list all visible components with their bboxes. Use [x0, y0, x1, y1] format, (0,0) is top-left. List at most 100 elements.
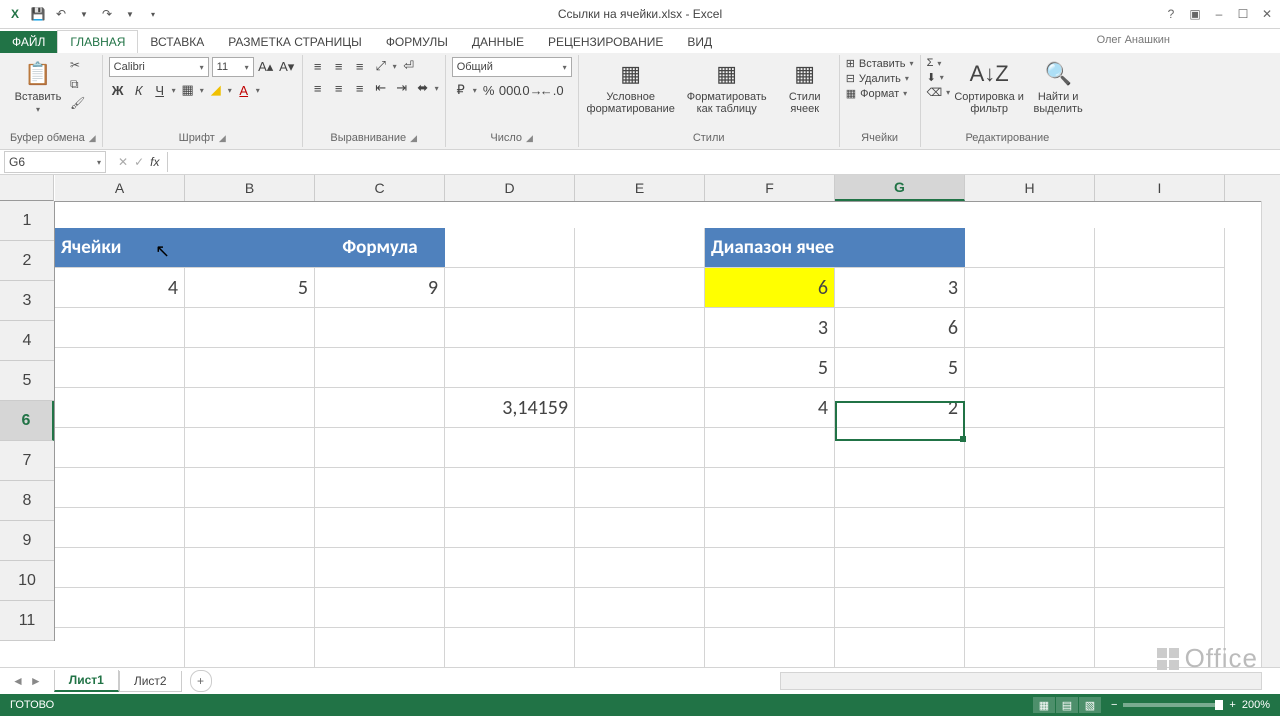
cell-B5[interactable] — [185, 388, 315, 428]
align-right-icon[interactable]: ≡ — [351, 79, 369, 97]
user-name[interactable]: Олег Анашкин — [1097, 28, 1170, 52]
sheet-nav-next-icon[interactable]: ► — [30, 674, 42, 688]
cell-G11[interactable] — [835, 628, 965, 667]
merge-icon[interactable]: ⬌ — [414, 79, 432, 97]
fill-color-icon[interactable]: ◢ — [207, 81, 225, 99]
cell-G10[interactable] — [835, 588, 965, 628]
align-center-icon[interactable]: ≡ — [330, 79, 348, 97]
col-header-F[interactable]: F — [705, 175, 835, 201]
enter-formula-icon[interactable]: ✓ — [134, 155, 144, 169]
cell-F2[interactable]: 6 — [705, 268, 835, 308]
underline-button[interactable]: Ч — [151, 81, 169, 99]
row-header-7[interactable]: 7 — [0, 441, 54, 481]
row-header-11[interactable]: 11 — [0, 601, 54, 641]
zoom-out-icon[interactable]: − — [1111, 699, 1117, 711]
border-icon[interactable]: ▦ — [179, 81, 197, 99]
paste-button[interactable]: 📋 Вставить ▾ — [10, 57, 66, 114]
cell-styles-button[interactable]: ▦Стили ячеек — [777, 57, 833, 115]
grow-font-icon[interactable]: A▴ — [257, 58, 275, 76]
cell-H7[interactable] — [965, 468, 1095, 508]
cell-E4[interactable] — [575, 348, 705, 388]
dialog-launcher-icon[interactable]: ◢ — [89, 133, 96, 144]
cell-E8[interactable] — [575, 508, 705, 548]
cell-C9[interactable] — [315, 548, 445, 588]
align-top-icon[interactable]: ≡ — [309, 57, 327, 75]
sheet-tab-2[interactable]: Лист2 — [119, 671, 182, 692]
cell-D1[interactable] — [445, 228, 575, 268]
bold-button[interactable]: Ж — [109, 81, 127, 99]
autosum-button[interactable]: Σ▾ — [927, 57, 951, 69]
col-header-G[interactable]: G — [835, 175, 965, 201]
cell-B7[interactable] — [185, 468, 315, 508]
zoom-level[interactable]: 200% — [1242, 699, 1270, 711]
dialog-launcher-icon[interactable]: ◢ — [410, 133, 417, 144]
cell-H10[interactable] — [965, 588, 1095, 628]
align-middle-icon[interactable]: ≡ — [330, 57, 348, 75]
cell-F11[interactable] — [705, 628, 835, 667]
row-header-9[interactable]: 9 — [0, 521, 54, 561]
copy-icon[interactable]: ⧉ — [70, 76, 85, 92]
row-header-4[interactable]: 4 — [0, 321, 54, 361]
zoom-in-icon[interactable]: + — [1229, 699, 1235, 711]
select-all-corner[interactable] — [0, 175, 54, 201]
cell-G6[interactable] — [835, 428, 965, 468]
cell-E10[interactable] — [575, 588, 705, 628]
cell-C4[interactable] — [315, 348, 445, 388]
cell-I3[interactable] — [1095, 308, 1225, 348]
font-name-select[interactable]: Calibri▾ — [109, 57, 209, 77]
save-icon[interactable]: 💾 — [29, 5, 47, 23]
cell-F6[interactable] — [705, 428, 835, 468]
cell-D2[interactable] — [445, 268, 575, 308]
new-sheet-button[interactable]: + — [190, 670, 212, 692]
col-header-D[interactable]: D — [445, 175, 575, 201]
view-layout-icon[interactable]: ▤ — [1056, 697, 1078, 713]
tab-file[interactable]: ФАЙЛ — [0, 31, 57, 53]
cell-I11[interactable] — [1095, 628, 1225, 667]
increase-indent-icon[interactable]: ⇥ — [393, 79, 411, 97]
cell-I6[interactable] — [1095, 428, 1225, 468]
cell-C1[interactable]: Формула — [315, 228, 445, 268]
cell-F8[interactable] — [705, 508, 835, 548]
cell-C5[interactable] — [315, 388, 445, 428]
insert-cells-button[interactable]: ⊞Вставить▾ — [846, 57, 914, 70]
col-header-C[interactable]: C — [315, 175, 445, 201]
cell-C8[interactable] — [315, 508, 445, 548]
cell-A4[interactable] — [55, 348, 185, 388]
cell-F7[interactable] — [705, 468, 835, 508]
cell-C11[interactable] — [315, 628, 445, 667]
cell-D6[interactable] — [445, 428, 575, 468]
conditional-format-button[interactable]: ▦Условное форматирование — [585, 57, 677, 115]
cell-F5[interactable]: 4 — [705, 388, 835, 428]
find-select-button[interactable]: 🔍Найти и выделить — [1028, 57, 1088, 115]
cell-I8[interactable] — [1095, 508, 1225, 548]
view-pagebreak-icon[interactable]: ▧ — [1079, 697, 1101, 713]
sort-filter-button[interactable]: A↓ZСортировка и фильтр — [954, 57, 1024, 115]
cell-A11[interactable] — [55, 628, 185, 667]
cell-F4[interactable]: 5 — [705, 348, 835, 388]
cell-A9[interactable] — [55, 548, 185, 588]
cell-I2[interactable] — [1095, 268, 1225, 308]
ribbon-options-icon[interactable]: ▣ — [1186, 7, 1204, 21]
cell-D11[interactable] — [445, 628, 575, 667]
cell-H9[interactable] — [965, 548, 1095, 588]
dialog-launcher-icon[interactable]: ◢ — [526, 133, 533, 144]
cell-D3[interactable] — [445, 308, 575, 348]
decrease-indent-icon[interactable]: ⇤ — [372, 79, 390, 97]
tab-review[interactable]: РЕЦЕНЗИРОВАНИЕ — [536, 31, 675, 53]
cell-B8[interactable] — [185, 508, 315, 548]
italic-button[interactable]: К — [130, 81, 148, 99]
col-header-B[interactable]: B — [185, 175, 315, 201]
cell-A10[interactable] — [55, 588, 185, 628]
col-header-E[interactable]: E — [575, 175, 705, 201]
cell-H6[interactable] — [965, 428, 1095, 468]
row-header-8[interactable]: 8 — [0, 481, 54, 521]
undo-icon[interactable]: ↶ — [52, 5, 70, 23]
cell-H1[interactable] — [965, 228, 1095, 268]
row-header-2[interactable]: 2 — [0, 241, 54, 281]
cell-D5[interactable]: 3,14159 — [445, 388, 575, 428]
row-header-3[interactable]: 3 — [0, 281, 54, 321]
maximize-icon[interactable]: ☐ — [1234, 7, 1252, 21]
zoom-slider[interactable] — [1123, 703, 1223, 707]
cell-G5[interactable]: 2 — [835, 388, 965, 428]
cell-I9[interactable] — [1095, 548, 1225, 588]
